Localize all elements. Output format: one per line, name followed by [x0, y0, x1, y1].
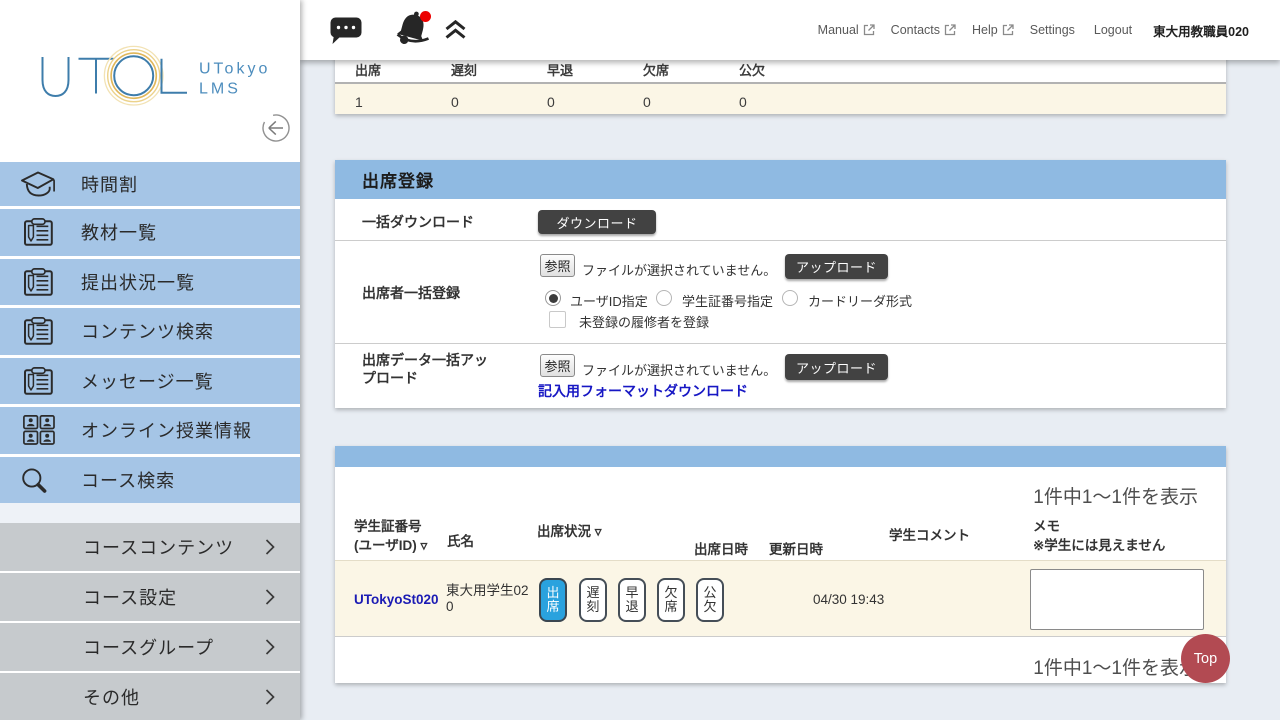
- svg-text:UTokyo: UTokyo: [199, 61, 270, 78]
- svg-text:LMS: LMS: [199, 81, 241, 98]
